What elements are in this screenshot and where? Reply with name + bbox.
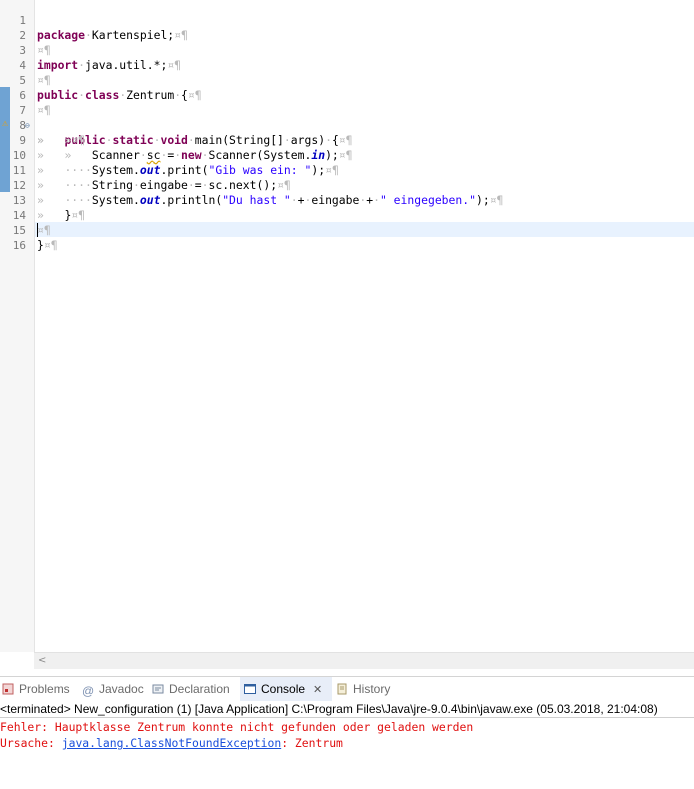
code-line-12[interactable]: 12 » ····System.out.println("Du hast "·+… — [0, 163, 694, 207]
code-line-9[interactable]: 9 » » Scanner·sc·=·new·Scanner(System.in… — [0, 118, 694, 162]
tab-problems[interactable]: Problems — [2, 677, 74, 701]
code-line-3[interactable]: 3 import·java.util.*;¤¶ — [0, 28, 694, 72]
code-line-2[interactable]: 2 ¤¶ — [0, 13, 694, 57]
tab-declaration[interactable]: Declaration — [152, 677, 236, 701]
code-line-7[interactable]: 7 ⊖ » public·static·void·main(String[]·a… — [0, 88, 694, 147]
console-cause-line: Ursache: java.lang.ClassNotFoundExceptio… — [0, 736, 343, 750]
console-error-line: Fehler: Hauptklasse Zentrum konnte nicht… — [0, 720, 474, 734]
close-tab-icon[interactable]: ✕ — [313, 684, 322, 696]
console-process-label: <terminated> New_configuration (1) [Java… — [0, 701, 694, 718]
problems-icon — [2, 683, 14, 695]
code-line-15[interactable]: 15 }¤¶ — [0, 208, 694, 252]
horizontal-scrollbar[interactable]: < — [34, 652, 694, 669]
code-line-4[interactable]: 4 ¤¶ — [0, 43, 694, 87]
panel-tab-bar: Problems @ Javadoc Declaration Console ✕ H… — [0, 676, 694, 701]
code-line-13[interactable]: 13 » }¤¶ — [0, 178, 694, 222]
declaration-icon — [152, 684, 164, 694]
code-line-11[interactable]: 11 » ····String·eingabe·=·sc.next();¤¶ — [0, 148, 694, 192]
code-line-14[interactable]: 14 ¤¶ — [0, 193, 694, 237]
history-icon — [337, 683, 347, 695]
code-line-6[interactable]: 6 ¤¶ — [0, 73, 694, 117]
code-line-10[interactable]: 10 » ····System.out.print("Gib was ein: … — [0, 133, 694, 177]
console-icon — [244, 684, 256, 694]
exception-link[interactable]: java.lang.ClassNotFoundException — [62, 736, 281, 750]
line-number: 16 — [12, 239, 26, 252]
console-output[interactable]: Fehler: Hauptklasse Zentrum konnte nicht… — [0, 719, 694, 751]
javadoc-icon: @ — [82, 684, 95, 698]
code-line-5[interactable]: 5 public·class·Zentrum·{¤¶ — [0, 58, 694, 102]
code-line-8[interactable]: 8 » »¤¶ — [0, 103, 694, 147]
tab-console[interactable]: Console ✕ — [240, 677, 332, 701]
tab-javadoc[interactable]: @ Javadoc — [82, 677, 144, 701]
scroll-left-icon[interactable]: < — [38, 653, 46, 669]
code-line-1[interactable]: 1 package·Kartenspiel;¤¶ — [0, 0, 694, 42]
code-line-16[interactable]: 16 — [0, 223, 694, 252]
tab-history[interactable]: History — [336, 677, 406, 701]
code-editor[interactable]: ⚠ 1 package·Kartenspiel;¤¶ 2 ¤¶ 3 import… — [0, 0, 694, 652]
